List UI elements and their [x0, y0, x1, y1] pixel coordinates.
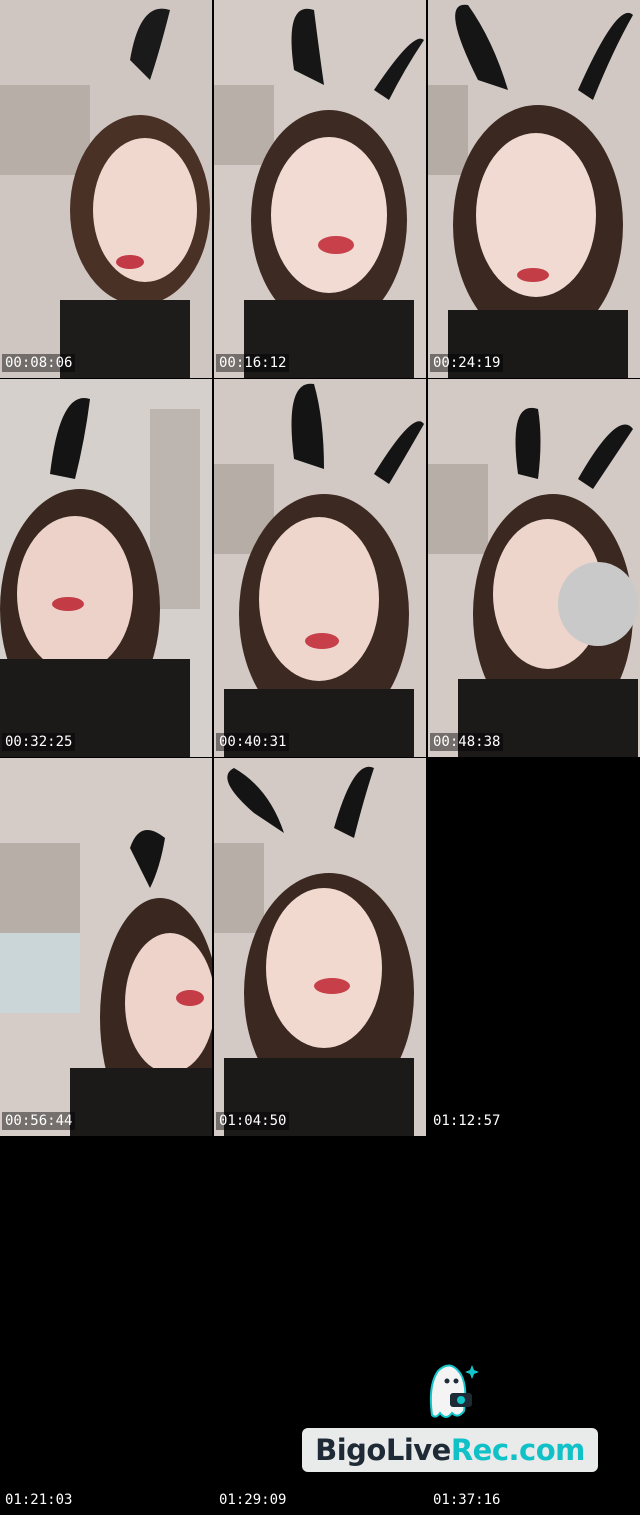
timestamp-label: 00:16:12	[216, 354, 290, 372]
watermark: BigoLiveRec.com	[302, 1355, 598, 1475]
watermark-text: BigoLiveRec.com	[302, 1428, 598, 1472]
thumbnail-6[interactable]: 00:48:38	[428, 379, 640, 757]
ghost-mascot-icon	[429, 1364, 479, 1418]
thumbnail-2[interactable]: 00:16:12	[214, 0, 426, 378]
video-frame-image	[214, 0, 426, 378]
thumbnail-9[interactable]: 01:12:57	[428, 758, 640, 1136]
video-frame-image	[428, 0, 640, 378]
watermark-text-part1: BigoLive	[315, 1433, 451, 1467]
timestamp-label: 01:04:50	[216, 1112, 290, 1130]
thumbnail-10[interactable]: 01:21:03	[0, 1137, 212, 1515]
timestamp-label: 01:12:57	[433, 1113, 501, 1129]
timestamp-label: 01:29:09	[219, 1492, 287, 1508]
timestamp-label: 00:48:38	[430, 733, 504, 751]
watermark-text-part2: Rec.com	[450, 1433, 586, 1467]
thumbnail-7[interactable]: 00:56:44	[0, 758, 212, 1136]
thumbnail-1[interactable]: 00:08:06	[0, 0, 212, 378]
thumbnail-4[interactable]: 00:32:25	[0, 379, 212, 757]
thumbnail-5[interactable]: 00:40:31	[214, 379, 426, 757]
video-frame-image	[0, 758, 212, 1136]
video-frame-image	[0, 379, 212, 757]
timestamp-label: 00:56:44	[2, 1112, 76, 1130]
thumbnail-grid: 00:08:06 00:16:12 00:24:19 00:32:25 00:4…	[0, 0, 640, 1515]
timestamp-label: 00:08:06	[2, 354, 76, 372]
timestamp-label: 01:21:03	[5, 1492, 73, 1508]
timestamp-label: 00:32:25	[2, 733, 76, 751]
thumbnail-3[interactable]: 00:24:19	[428, 0, 640, 378]
video-frame-image	[214, 379, 426, 757]
timestamp-label: 00:24:19	[430, 354, 504, 372]
video-frame-image	[214, 758, 426, 1136]
video-frame-image	[0, 0, 212, 378]
timestamp-label: 00:40:31	[216, 733, 290, 751]
video-frame-image	[428, 379, 640, 757]
thumbnail-8[interactable]: 01:04:50	[214, 758, 426, 1136]
timestamp-label: 01:37:16	[433, 1492, 501, 1508]
